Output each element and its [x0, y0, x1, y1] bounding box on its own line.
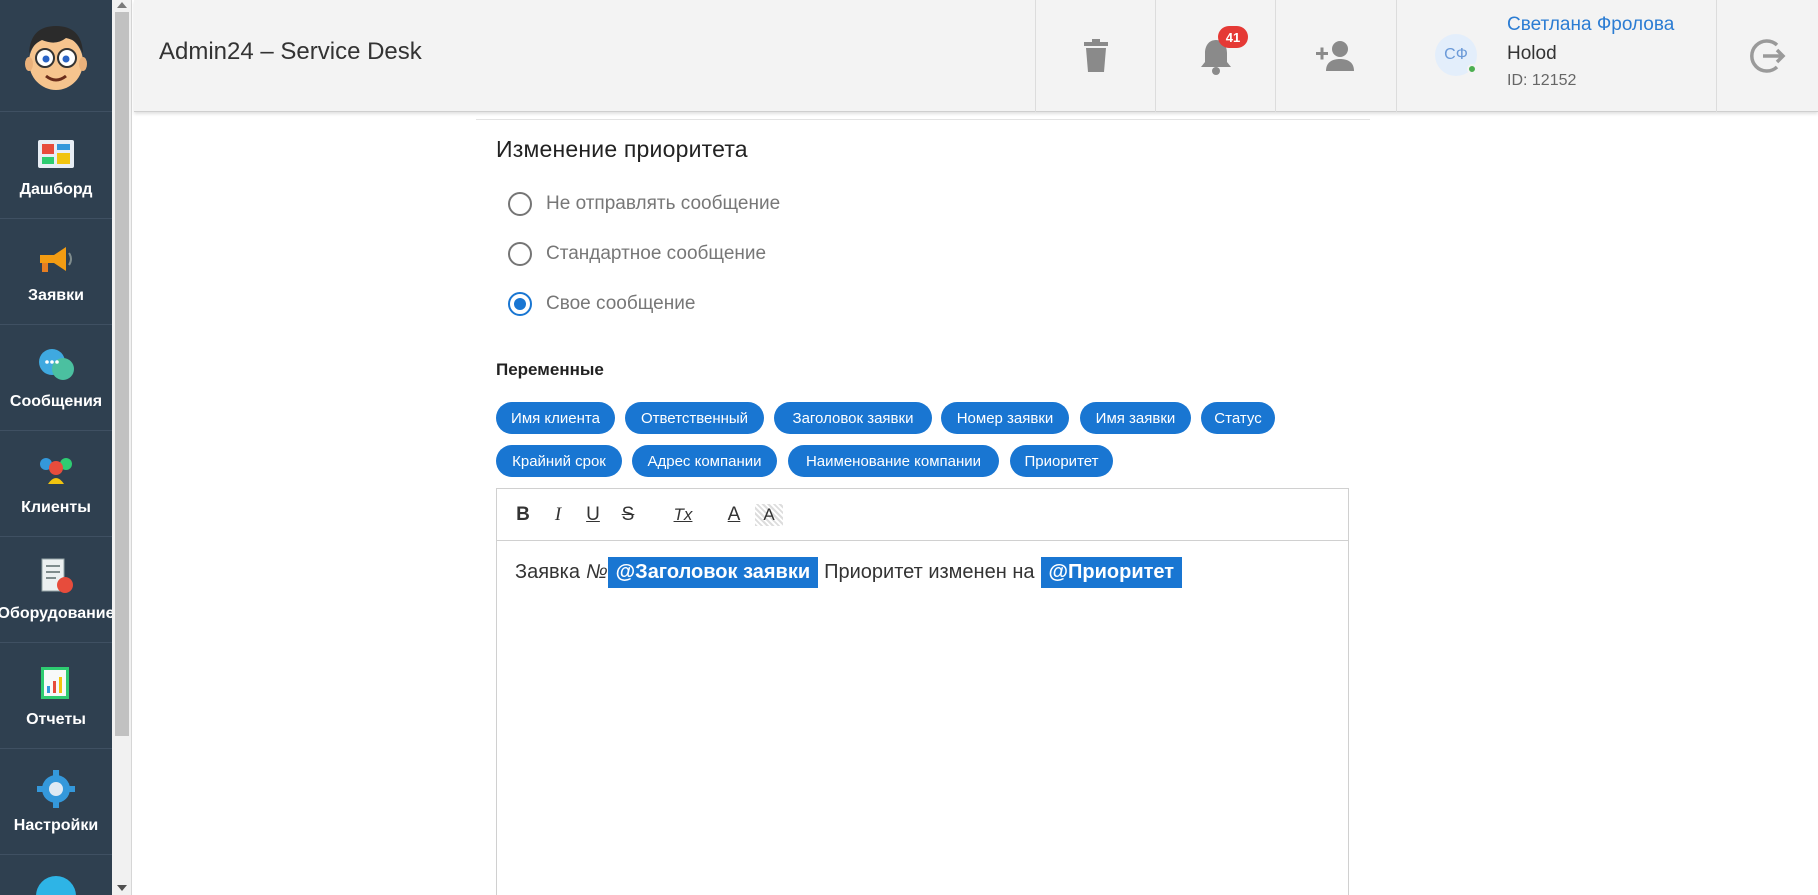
variables-title: Переменные — [496, 360, 604, 379]
sidebar-item-label: Отчеты — [26, 710, 86, 728]
radio-label: Стандартное сообщение — [546, 243, 767, 264]
editor-text-middle: Приоритет изменен на — [824, 561, 1035, 583]
editor-content[interactable]: Заявка № @Заголовок заявки Приоритет изм… — [515, 557, 1188, 588]
sidebar-item-clients[interactable]: Клиенты — [0, 431, 112, 537]
avatar-mascot-icon — [25, 25, 87, 90]
sidebar-item-messages[interactable]: Сообщения — [0, 325, 112, 431]
radio-button[interactable] — [508, 192, 532, 216]
variable-chip-ticket-name[interactable]: Имя заявки — [1080, 402, 1191, 434]
sidebar-item-reports[interactable]: Отчеты — [0, 643, 112, 749]
sidebar-item-label: Настройки — [13, 816, 99, 834]
trash-button[interactable] — [1035, 0, 1155, 112]
online-status-icon — [1467, 64, 1477, 74]
sidebar-item-label: Оборудование — [0, 604, 115, 622]
radio-custom-message[interactable]: Свое сообщение — [508, 292, 695, 316]
trash-icon — [1083, 39, 1108, 72]
text-color-button[interactable]: A — [720, 501, 748, 529]
logout-button[interactable] — [1716, 0, 1818, 112]
sidebar-item-label: Дашборд — [19, 180, 93, 198]
variable-chip-deadline[interactable]: Крайний срок — [496, 445, 622, 477]
variable-chip-ticket-title[interactable]: Заголовок заявки — [774, 402, 932, 434]
variable-chip-priority[interactable]: Приоритет — [1010, 445, 1113, 477]
vertical-scrollbar[interactable] — [112, 0, 132, 895]
app-title: Admin24 – Service Desk — [159, 38, 422, 65]
logout-icon — [1749, 39, 1785, 73]
megaphone-icon — [36, 239, 76, 279]
top-header: Admin24 – Service Desk 41 СФ Светлана Фр… — [134, 0, 1818, 112]
bold-button[interactable]: B — [509, 501, 537, 529]
radio-label: Не отправлять сообщение — [546, 193, 781, 214]
variable-chip-ticket-number[interactable]: Номер заявки — [941, 402, 1069, 434]
notifications-button[interactable]: 41 — [1155, 0, 1275, 112]
add-user-icon — [1316, 41, 1354, 71]
reports-icon — [36, 663, 76, 703]
radio-button-checked[interactable] — [508, 292, 532, 316]
user-profile[interactable]: СФ Светлана Фролова Holod ID: 12152 — [1396, 0, 1716, 112]
scroll-down-arrow-icon[interactable] — [117, 885, 127, 891]
strikethrough-button[interactable]: S — [614, 501, 642, 529]
variable-chip-company-address[interactable]: Адрес компании — [632, 445, 777, 477]
clients-icon — [36, 451, 76, 491]
section-title: Изменение приоритета — [496, 136, 748, 162]
scrollbar-thumb[interactable] — [115, 12, 129, 736]
equipment-icon — [36, 557, 76, 597]
dashboard-icon — [36, 133, 76, 173]
app-root: Дашборд Заявки Сообщения Клиенты Оборудо — [0, 0, 1818, 895]
sidebar-item-tickets[interactable]: Заявки — [0, 219, 112, 325]
editor-number-sign: № — [585, 561, 608, 583]
add-user-button[interactable] — [1275, 0, 1396, 112]
user-id: ID: 12152 — [1507, 72, 1577, 89]
background-color-button[interactable]: A — [755, 504, 783, 526]
underline-button[interactable]: U — [579, 501, 607, 529]
scroll-up-arrow-icon[interactable] — [117, 2, 127, 8]
chat-icon — [36, 345, 76, 385]
variable-chip-company-name[interactable]: Наименование компании — [788, 445, 999, 477]
logo[interactable] — [0, 0, 112, 112]
editor-text-prefix: Заявка — [515, 561, 580, 583]
sidebar-item-dashboard[interactable]: Дашборд — [0, 113, 112, 219]
radio-no-message[interactable]: Не отправлять сообщение — [508, 192, 780, 216]
editor-toolbar: B I U S Tx A A — [497, 489, 1348, 541]
gear-icon — [36, 769, 76, 809]
variable-chip-responsible[interactable]: Ответственный — [625, 402, 764, 434]
sidebar: Дашборд Заявки Сообщения Клиенты Оборудо — [0, 0, 115, 895]
sidebar-item-equipment[interactable]: Оборудование — [0, 537, 115, 643]
user-name[interactable]: Светлана Фролова — [1507, 14, 1674, 36]
variable-tag-ticket-title[interactable]: @Заголовок заявки — [607, 557, 819, 588]
message-editor[interactable]: B I U S Tx A A Заявка № @Заголовок заявк… — [496, 488, 1349, 895]
radio-button[interactable] — [508, 242, 532, 266]
sidebar-item-label: Клиенты — [21, 498, 91, 516]
section-divider — [476, 119, 1370, 120]
help-icon[interactable] — [36, 876, 76, 895]
variable-chip-status[interactable]: Статус — [1201, 402, 1275, 434]
sidebar-item-label: Заявки — [28, 286, 84, 304]
italic-button[interactable]: I — [544, 501, 572, 529]
variable-tag-priority[interactable]: @Приоритет — [1040, 557, 1183, 588]
clear-format-button[interactable]: Tx — [669, 501, 697, 529]
sidebar-item-settings[interactable]: Настройки — [0, 749, 112, 855]
user-org: Holod — [1507, 43, 1557, 64]
radio-label: Свое сообщение — [546, 293, 696, 314]
sidebar-item-label: Сообщения — [9, 392, 103, 410]
variable-chip-client-name[interactable]: Имя клиента — [496, 402, 615, 434]
radio-standard-message[interactable]: Стандартное сообщение — [508, 242, 766, 266]
notification-badge: 41 — [1218, 26, 1248, 48]
